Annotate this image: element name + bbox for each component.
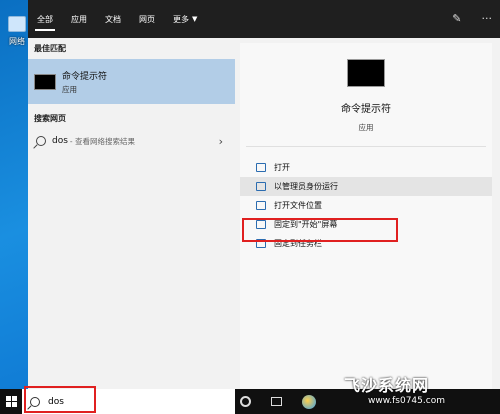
feedback-icon[interactable]: ✎ (452, 12, 461, 25)
cortana-icon[interactable] (240, 396, 251, 407)
watermark-title: 飞沙系统网 (344, 376, 430, 395)
watermark: 飞沙系统网 www.fs0745.com (344, 372, 445, 406)
chevron-down-icon: ▼ (192, 15, 198, 23)
tab-more[interactable]: 更多 ▼ (164, 0, 206, 38)
best-match-header: 最佳匹配 (34, 44, 66, 53)
file-location-icon (256, 201, 266, 210)
taskbar-search[interactable] (22, 389, 235, 414)
results-pane: 最佳匹配 命令提示符 应用 搜索网页 dos - 查看网络搜索结果 › (28, 38, 235, 389)
desktop-icon-label: 网络 (9, 37, 25, 46)
preview-subtitle: 应用 (358, 123, 374, 132)
pinned-app-icon[interactable] (302, 394, 316, 409)
run-as-admin-icon (256, 182, 266, 191)
command-prompt-icon (34, 73, 56, 90)
search-icon (30, 396, 40, 407)
action-pin-taskbar[interactable]: 固定到任务栏 (240, 234, 492, 253)
search-icon (36, 136, 46, 146)
watermark-url: www.fs0745.com (368, 396, 445, 406)
action-pin-start[interactable]: 固定到"开始"屏幕 (240, 215, 492, 234)
more-icon[interactable]: ··· (482, 12, 493, 25)
pin-taskbar-icon (256, 239, 266, 248)
web-query: dos (52, 136, 68, 146)
result-subtitle: 应用 (62, 84, 77, 94)
start-menu: 全部 应用 文档 网页 更多 ▼ ✎ ··· 最佳匹配 命令提示符 应用 搜索网页… (28, 0, 500, 389)
open-icon (256, 163, 266, 172)
network-icon (8, 16, 26, 32)
task-view-icon[interactable] (271, 397, 282, 406)
windows-logo-icon (5, 396, 17, 407)
divider (246, 146, 486, 147)
action-open-file-location[interactable]: 打开文件位置 (240, 196, 492, 215)
desktop-network-icon[interactable]: 网络 (4, 16, 30, 56)
tab-apps[interactable]: 应用 (62, 0, 96, 38)
tab-all[interactable]: 全部 (28, 0, 62, 38)
web-hint: - 查看网络搜索结果 (69, 136, 136, 146)
tab-documents[interactable]: 文档 (96, 0, 130, 38)
preview-title: 命令提示符 (341, 104, 391, 115)
web-search-header: 搜索网页 (34, 114, 66, 123)
result-title: 命令提示符 (62, 71, 108, 82)
start-button[interactable] (0, 389, 22, 414)
app-preview: 命令提示符 应用 (240, 43, 492, 145)
action-open[interactable]: 打开 (240, 158, 492, 177)
chevron-right-icon[interactable]: › (219, 135, 223, 148)
web-search-result[interactable]: dos - 查看网络搜索结果 › (28, 129, 235, 153)
details-pane: 命令提示符 应用 打开 以管理员身份运行 打开文件位置 固定到"开始"屏幕 固定… (240, 43, 492, 389)
action-list: 打开 以管理员身份运行 打开文件位置 固定到"开始"屏幕 固定到任务栏 (240, 158, 492, 253)
command-prompt-large-icon (347, 59, 385, 87)
search-input[interactable] (48, 396, 188, 407)
action-run-as-admin[interactable]: 以管理员身份运行 (240, 177, 492, 196)
pin-start-icon (256, 220, 266, 229)
search-tabs: 全部 应用 文档 网页 更多 ▼ ✎ ··· (28, 0, 500, 38)
best-match-result[interactable]: 命令提示符 应用 (28, 59, 235, 104)
tab-web[interactable]: 网页 (130, 0, 164, 38)
